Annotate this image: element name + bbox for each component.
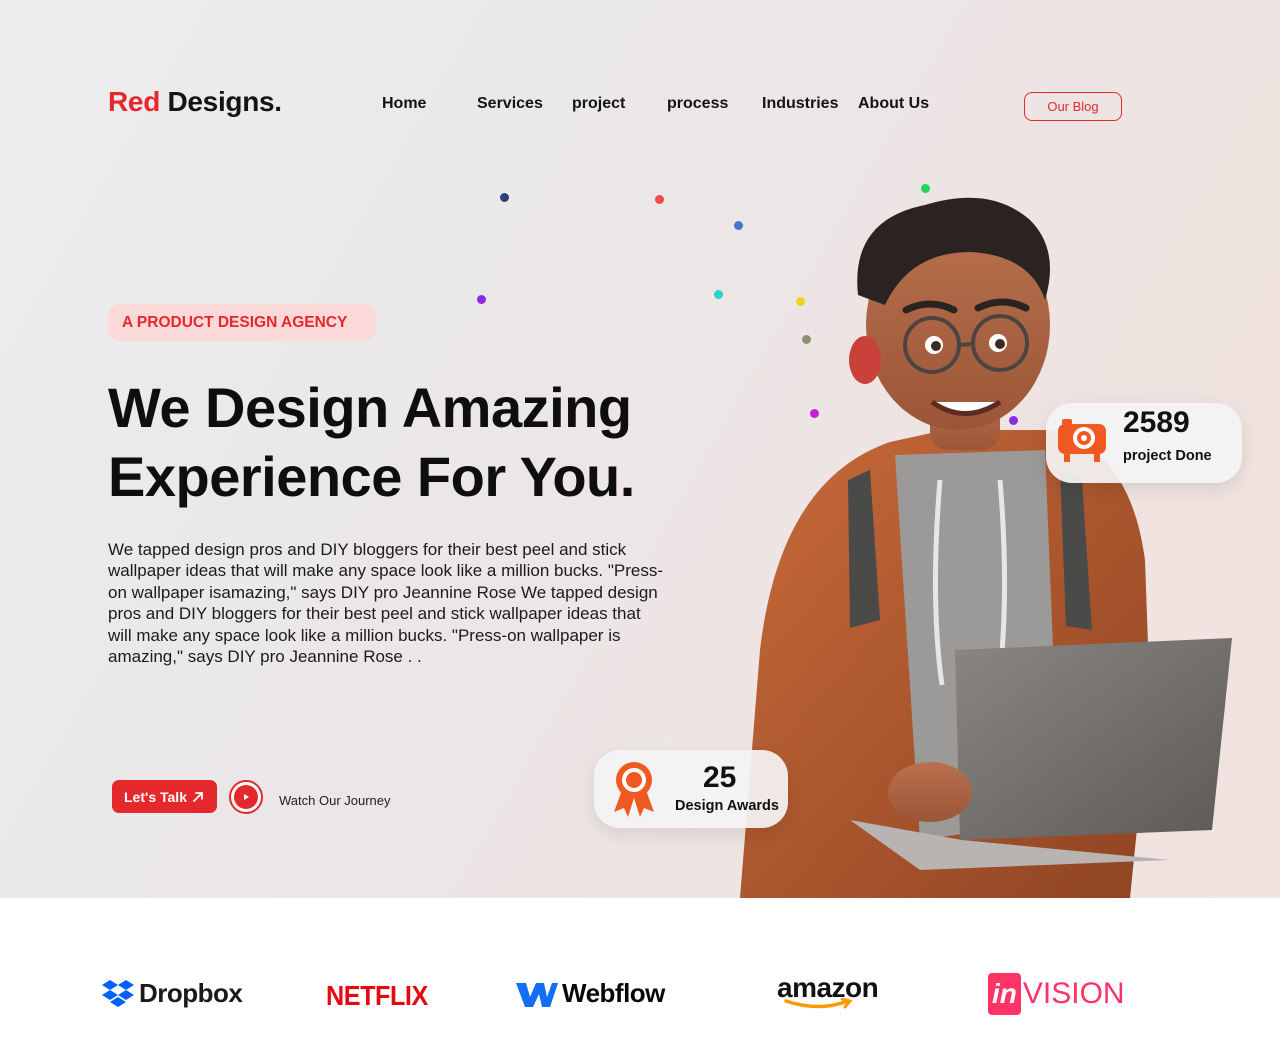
decor-dot	[477, 295, 486, 304]
brand-webflow: Webflow	[514, 978, 665, 1009]
brand-netflix: NETFLIX	[326, 980, 439, 1012]
hero-section: Red Designs. Home Services project proce…	[0, 0, 1280, 898]
hero-headline-line1: We Design Amazing	[108, 376, 632, 439]
nav-services[interactable]: Services	[477, 95, 543, 113]
brand-logo[interactable]: Red Designs.	[108, 86, 282, 118]
design-awards-label: Design Awards	[675, 798, 779, 814]
amazon-smile-icon	[783, 998, 853, 1009]
webflow-icon	[516, 982, 558, 1007]
brand-dropbox: Dropbox	[101, 978, 243, 1009]
partner-brands-strip: Dropbox NETFLIX Webflow amazon in VISION	[0, 898, 1280, 1050]
brand-dropbox-text: Dropbox	[139, 978, 243, 1008]
play-icon	[244, 794, 249, 800]
nav-project[interactable]: project	[572, 95, 625, 113]
hero-headline: We Design Amazing Experience For You.	[108, 373, 635, 511]
arrow-up-right-icon	[193, 791, 203, 802]
lets-talk-label: Let's Talk	[124, 788, 187, 805]
decor-dot	[655, 195, 664, 204]
hero-headline-line2: Experience For You.	[108, 445, 635, 508]
nav-industries[interactable]: Industries	[762, 95, 838, 113]
projects-done-label: project Done	[1123, 448, 1212, 464]
watch-journey-link[interactable]: Watch Our Journey	[279, 793, 391, 808]
play-button-inner	[234, 785, 258, 809]
agency-badge: A PRODUCT DESIGN AGENCY	[108, 304, 376, 341]
brand-logo-red: Red	[108, 86, 160, 117]
brand-netflix-text: NETFLIX	[326, 980, 428, 1011]
projects-done-card: 2589 project Done	[1046, 403, 1242, 483]
brand-amazon: amazon	[777, 972, 879, 1010]
projects-done-value: 2589	[1123, 406, 1190, 439]
dropbox-icon	[102, 979, 134, 1007]
brand-logo-dark: Designs.	[167, 86, 282, 117]
nav-process[interactable]: process	[667, 95, 728, 113]
lets-talk-button[interactable]: Let's Talk	[112, 780, 217, 813]
camera-icon	[1058, 419, 1106, 462]
our-blog-button[interactable]: Our Blog	[1024, 92, 1122, 121]
brand-invision: in VISION	[988, 973, 1125, 1015]
award-ribbon-icon	[614, 762, 654, 817]
watch-journey-play-button[interactable]	[229, 780, 263, 814]
invision-logo-mark: in	[988, 973, 1021, 1015]
nav-home[interactable]: Home	[382, 95, 426, 113]
hero-description: We tapped design pros and DIY bloggers f…	[108, 540, 663, 667]
decor-dot	[500, 193, 509, 202]
nav-about-us[interactable]: About Us	[858, 95, 929, 113]
invision-logo-text: VISION	[1022, 977, 1125, 1010]
design-awards-card: 25 Design Awards	[594, 750, 788, 828]
brand-webflow-text: Webflow	[562, 978, 665, 1008]
design-awards-value: 25	[703, 761, 737, 794]
